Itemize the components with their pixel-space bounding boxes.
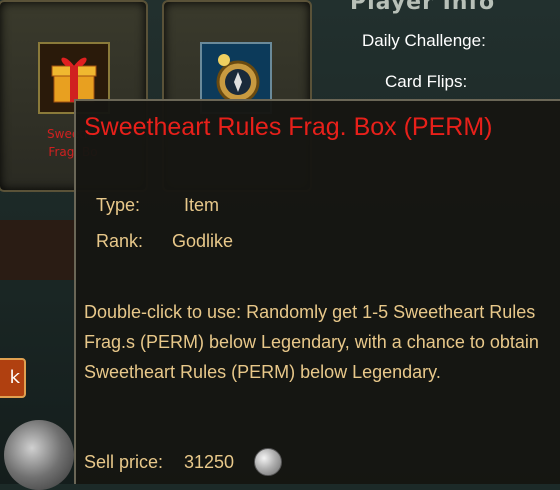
side-button[interactable]: k [0, 358, 26, 398]
rank-value: Godlike [172, 231, 234, 251]
player-info-header: Player Info [350, 0, 496, 15]
daily-challenge-label: Daily Challenge: [362, 31, 486, 50]
sell-price-value: 31250 [184, 452, 235, 472]
tooltip-title: Sweetheart Rules Frag. Box (PERM) [84, 113, 493, 141]
emblem-icon [4, 420, 74, 490]
card-flips-label: Card Flips: [385, 72, 468, 91]
item-tooltip: Sweetheart Rules Frag. Box (PERM) Type: … [74, 99, 560, 484]
type-label: Type: [96, 195, 141, 215]
type-value: Item [184, 195, 220, 215]
item-description: Double-click to use: Randomly get 1-5 Sw… [84, 302, 539, 382]
background-panel [0, 220, 80, 280]
silver-coin-icon [254, 448, 282, 476]
sell-price-label: Sell price: [84, 452, 164, 472]
rank-label: Rank: [96, 231, 144, 251]
